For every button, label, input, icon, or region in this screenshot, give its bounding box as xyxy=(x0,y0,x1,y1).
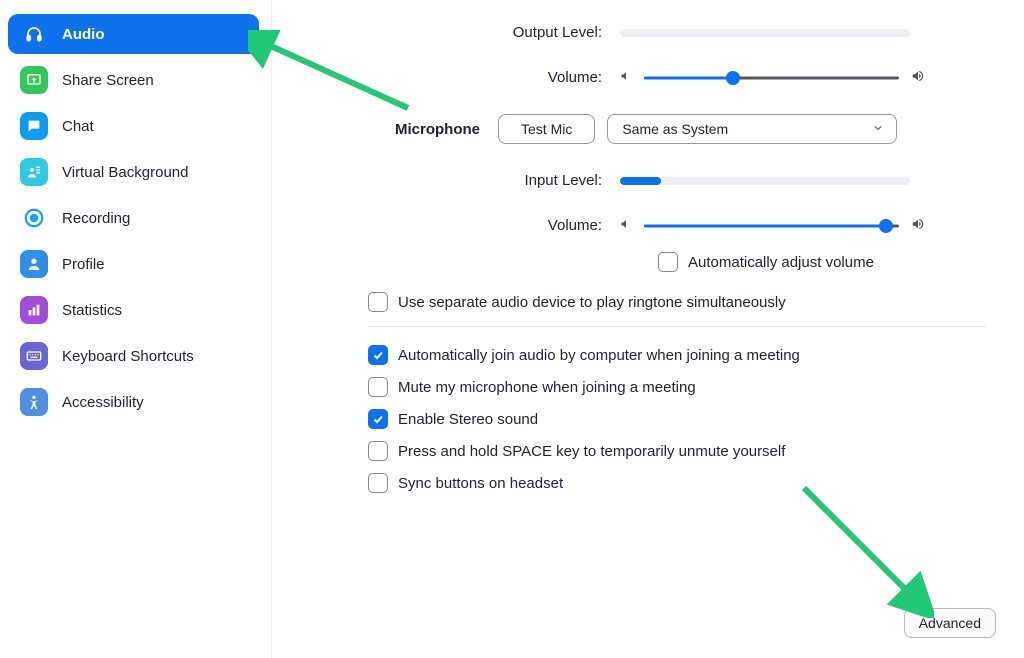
audio-settings-panel: Output Level: Volume: Microphone Test xyxy=(280,0,1024,658)
option-label: Mute my microphone when joining a meetin… xyxy=(398,379,696,396)
test-mic-button[interactable]: Test Mic xyxy=(498,114,595,144)
recording-icon xyxy=(20,204,48,232)
output-level-meter xyxy=(620,29,910,37)
speaker-low-icon xyxy=(620,70,632,85)
space-unmute-checkbox[interactable]: Press and hold SPACE key to temporarily … xyxy=(368,441,986,461)
sidebar-item-chat[interactable]: Chat xyxy=(8,106,259,146)
option-label: Enable Stereo sound xyxy=(398,411,538,428)
accessibility-icon xyxy=(20,388,48,416)
mute-on-join-checkbox[interactable]: Mute my microphone when joining a meetin… xyxy=(368,377,986,397)
speaker-high-icon xyxy=(911,217,925,234)
sidebar-item-share-screen[interactable]: Share Screen xyxy=(8,60,259,100)
output-volume-label: Volume: xyxy=(320,69,620,86)
statistics-icon xyxy=(20,296,48,324)
chevron-down-icon xyxy=(872,121,884,137)
enable-stereo-checkbox[interactable]: Enable Stereo sound xyxy=(368,409,986,429)
share-screen-icon xyxy=(20,66,48,94)
divider xyxy=(368,326,986,327)
option-label: Sync buttons on headset xyxy=(398,475,563,492)
sidebar-item-audio[interactable]: Audio xyxy=(8,14,259,54)
advanced-button[interactable]: Advanced xyxy=(904,608,996,638)
input-volume-slider[interactable] xyxy=(644,218,899,234)
sidebar-item-statistics[interactable]: Statistics xyxy=(8,290,259,330)
sidebar-item-label: Accessibility xyxy=(62,394,144,411)
microphone-device-selected: Same as System xyxy=(622,121,728,137)
settings-sidebar: Audio Share Screen Chat Virtual Background R… xyxy=(0,0,272,658)
input-level-label: Input Level: xyxy=(320,172,620,189)
sidebar-item-label: Keyboard Shortcuts xyxy=(62,348,194,365)
microphone-device-select[interactable]: Same as System xyxy=(607,114,897,144)
output-level-label: Output Level: xyxy=(320,24,620,41)
microphone-section-label: Microphone xyxy=(320,121,498,138)
sidebar-item-label: Statistics xyxy=(62,302,122,319)
sidebar-item-profile[interactable]: Profile xyxy=(8,244,259,284)
sidebar-item-label: Chat xyxy=(62,118,94,135)
speaker-low-icon xyxy=(620,218,632,233)
sync-headset-checkbox[interactable]: Sync buttons on headset xyxy=(368,473,986,493)
auto-adjust-volume-label: Automatically adjust volume xyxy=(688,254,874,271)
speaker-high-icon xyxy=(911,69,925,86)
sidebar-item-recording[interactable]: Recording xyxy=(8,198,259,238)
input-level-meter xyxy=(620,177,910,185)
sidebar-item-accessibility[interactable]: Accessibility xyxy=(8,382,259,422)
input-volume-label: Volume: xyxy=(320,217,620,234)
sidebar-item-virtual-background[interactable]: Virtual Background xyxy=(8,152,259,192)
sidebar-item-label: Recording xyxy=(62,210,130,227)
option-label: Press and hold SPACE key to temporarily … xyxy=(398,443,785,460)
auto-adjust-volume-checkbox[interactable]: Automatically adjust volume xyxy=(658,252,986,272)
separate-ringtone-checkbox[interactable]: Use separate audio device to play ringto… xyxy=(368,292,986,312)
sidebar-item-keyboard-shortcuts[interactable]: Keyboard Shortcuts xyxy=(8,336,259,376)
output-volume-slider[interactable] xyxy=(644,70,899,86)
profile-icon xyxy=(20,250,48,278)
headphones-icon xyxy=(20,20,48,48)
option-label: Use separate audio device to play ringto… xyxy=(398,294,786,311)
sidebar-item-label: Profile xyxy=(62,256,105,273)
option-label: Automatically join audio by computer whe… xyxy=(398,347,800,364)
virtual-bg-icon xyxy=(20,158,48,186)
sidebar-item-label: Audio xyxy=(62,26,105,43)
keyboard-icon xyxy=(20,342,48,370)
chat-icon xyxy=(20,112,48,140)
sidebar-item-label: Share Screen xyxy=(62,72,154,89)
auto-join-audio-checkbox[interactable]: Automatically join audio by computer whe… xyxy=(368,345,986,365)
sidebar-item-label: Virtual Background xyxy=(62,164,188,181)
